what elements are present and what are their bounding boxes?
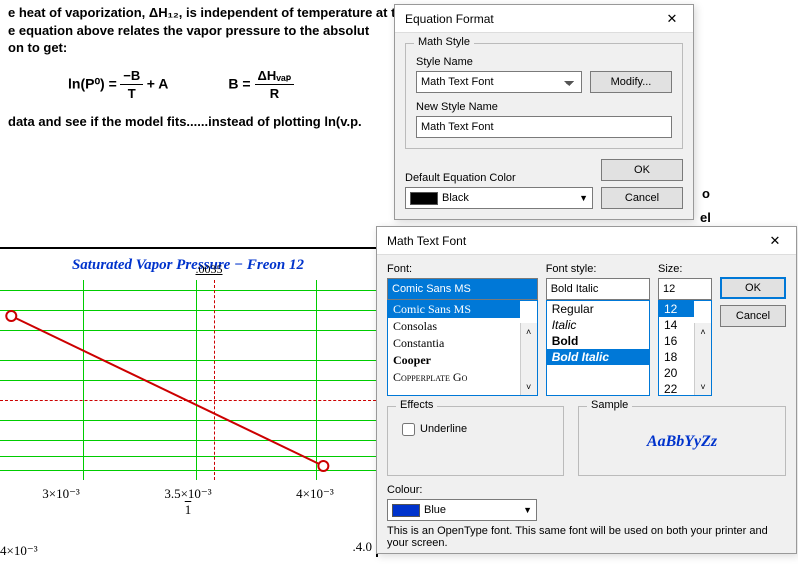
size-label: Size:	[658, 263, 712, 275]
chevron-down-icon[interactable]: ˅	[521, 378, 537, 395]
color-value: Black	[442, 192, 469, 204]
chart-panel: Saturated Vapor Pressure − Freon 12 .003…	[0, 247, 378, 557]
stray-text: o	[702, 186, 710, 201]
new-style-label: New Style Name	[416, 101, 672, 113]
modify-button[interactable]: Modify...	[590, 71, 672, 93]
chart-corner-label: .4.0	[353, 539, 373, 555]
color-swatch-icon	[410, 192, 438, 205]
chevron-down-icon: ▼	[579, 193, 588, 203]
dialog-title: Equation Format	[395, 12, 494, 26]
list-item[interactable]: Comic Sans MS	[388, 301, 520, 318]
chart-corner-label: 4×10⁻³	[0, 543, 38, 559]
font-dialog: Math Text Font ✕ Font: Comic Sans MS Con…	[376, 226, 797, 554]
equation-1: ln(P⁰) = −BT + A	[68, 67, 168, 103]
equation-format-dialog: Equation Format ✕ Math Style Style Name …	[394, 4, 694, 220]
chart-plot-area: .0035	[0, 280, 376, 480]
list-item[interactable]: Constantia	[388, 335, 520, 352]
dialog-titlebar[interactable]: Math Text Font ✕	[377, 227, 796, 255]
font-style-input[interactable]	[546, 278, 650, 300]
colour-value: Blue	[424, 504, 446, 516]
style-name-label: Style Name	[416, 56, 672, 68]
chart-annotation: .0035	[196, 262, 223, 277]
new-style-input[interactable]	[416, 116, 672, 138]
chart-x-ticks: 3×10⁻³ 3.5×10⁻³ 4×10⁻³	[0, 486, 376, 502]
group-label: Sample	[587, 399, 632, 411]
ok-button[interactable]: OK	[601, 159, 683, 181]
chart-title: Saturated Vapor Pressure − Freon 12	[0, 257, 376, 274]
size-list[interactable]: 12 14 16 18 20 22 24 ˄˅	[658, 300, 712, 396]
list-item[interactable]: Italic	[547, 317, 649, 333]
chevron-down-icon[interactable]: ˅	[695, 378, 711, 395]
list-item[interactable]: Bold	[547, 333, 649, 349]
list-item[interactable]: Cooper	[388, 352, 520, 369]
list-item[interactable]: 22	[659, 381, 694, 396]
effects-group: Effects Underline	[387, 406, 564, 476]
chart-svg	[0, 280, 376, 480]
group-label: Effects	[396, 399, 437, 411]
font-style-list[interactable]: Regular Italic Bold Bold Italic	[546, 300, 650, 396]
close-icon[interactable]: ✕	[651, 5, 693, 32]
stray-text: el	[700, 210, 711, 225]
list-item[interactable]: 16	[659, 333, 694, 349]
color-swatch-icon	[392, 504, 420, 517]
colour-label: Colour:	[387, 484, 537, 496]
list-item[interactable]: 20	[659, 365, 694, 381]
chevron-up-icon[interactable]: ˄	[521, 323, 537, 340]
chevron-up-icon[interactable]: ˄	[695, 323, 711, 340]
style-name-combo[interactable]: Math Text Font	[416, 71, 582, 93]
list-item[interactable]: 14	[659, 317, 694, 333]
math-style-group: Math Style Style Name Math Text Font Mod…	[405, 43, 683, 149]
sample-group: Sample AaBbYyZz	[578, 406, 786, 476]
chart-x-caption: 1	[0, 502, 376, 518]
font-hint: This is an OpenType font. This same font…	[387, 525, 786, 549]
list-item[interactable]: Consolas	[388, 318, 520, 335]
cancel-button[interactable]: Cancel	[720, 305, 786, 327]
underline-checkbox-input[interactable]	[402, 423, 415, 436]
list-item[interactable]: Regular	[547, 301, 649, 317]
ok-button[interactable]: OK	[720, 277, 786, 299]
scrollbar[interactable]: ˄˅	[694, 323, 711, 395]
dialog-title: Math Text Font	[377, 234, 466, 248]
close-icon[interactable]: ✕	[754, 227, 796, 254]
cancel-button[interactable]: Cancel	[601, 187, 683, 209]
list-item[interactable]: Bold Italic	[547, 349, 649, 365]
group-label: Math Style	[414, 36, 474, 48]
colour-combo[interactable]: Blue ▼	[387, 499, 537, 521]
dialog-titlebar[interactable]: Equation Format ✕	[395, 5, 693, 33]
color-combo[interactable]: Black ▼	[405, 187, 593, 209]
list-item[interactable]: Copperplate Go	[388, 369, 520, 386]
font-input[interactable]	[387, 278, 538, 300]
font-style-label: Font style:	[546, 263, 650, 275]
scrollbar[interactable]: ˄˅	[520, 323, 537, 395]
default-color-label: Default Equation Color	[405, 172, 593, 184]
font-label: Font:	[387, 263, 538, 275]
list-item[interactable]: 12	[659, 301, 694, 317]
chevron-down-icon: ▼	[523, 505, 532, 515]
equation-2: B = ΔHᵥₐₚR	[228, 67, 294, 103]
sample-preview: AaBbYyZz	[589, 419, 775, 465]
list-item[interactable]: 18	[659, 349, 694, 365]
size-input[interactable]	[658, 278, 712, 300]
font-list[interactable]: Comic Sans MS Consolas Constantia Cooper…	[387, 300, 538, 396]
underline-checkbox[interactable]: Underline	[398, 423, 467, 435]
